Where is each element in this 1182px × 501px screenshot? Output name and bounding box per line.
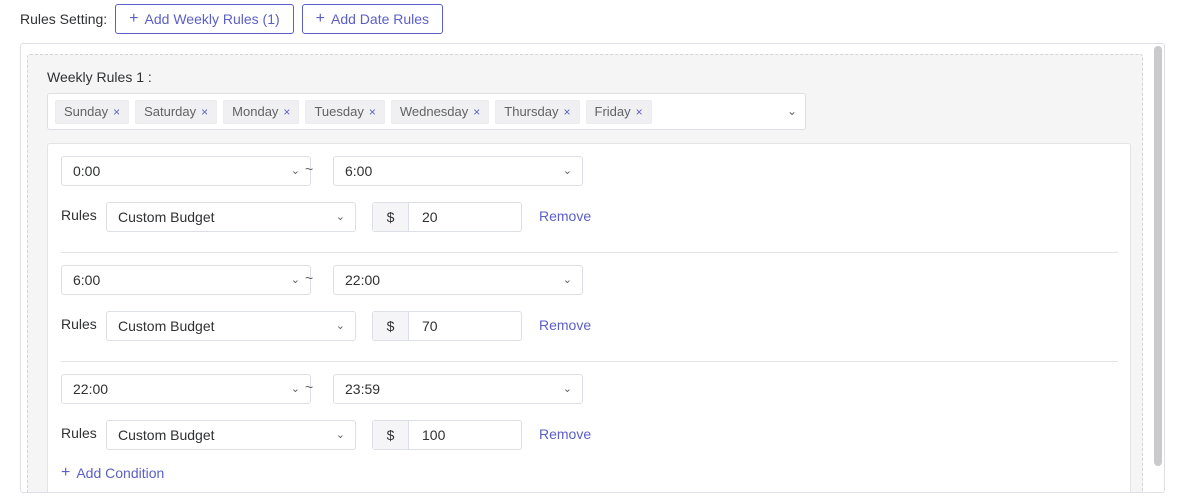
- chevron-down-icon: ⌄: [290, 165, 300, 177]
- rule-type-value: Custom Budget: [118, 209, 215, 225]
- day-tag: Wednesday ×: [390, 99, 490, 124]
- rule-type-select[interactable]: Custom Budget ⌄: [106, 420, 356, 450]
- plus-icon: +: [315, 10, 325, 27]
- add-weekly-rules-label: Add Weekly Rules (1): [144, 11, 280, 27]
- budget-amount-input[interactable]: $70: [372, 311, 522, 341]
- plus-icon: +: [129, 10, 139, 27]
- range-separator: ~: [305, 161, 314, 177]
- time-rule-row: 6:00 ⌄ ~22:00 ⌄ Rules Custom Budget ⌄ $70 Remove: [48, 253, 1130, 362]
- rule-type-value: Custom Budget: [118, 427, 215, 443]
- weekly-rules-title: Weekly Rules 1 :: [47, 69, 152, 85]
- end-time-value: 22:00: [345, 272, 381, 288]
- chevron-down-icon: ⌄: [335, 320, 345, 332]
- rules-setting-bar: Rules Setting: + Add Weekly Rules (1) + …: [20, 4, 451, 34]
- days-multiselect[interactable]: Sunday × Saturday × Monday × Tuesday × Wednesday…: [47, 93, 806, 130]
- start-time-value: 6:00: [73, 272, 101, 288]
- chevron-down-icon: ⌄: [562, 274, 572, 286]
- end-time-value: 23:59: [345, 381, 381, 397]
- add-condition-link[interactable]: + Add Condition: [61, 464, 165, 482]
- chevron-down-icon: ⌄: [290, 274, 300, 286]
- rule-type-select[interactable]: Custom Budget ⌄: [106, 311, 356, 341]
- close-icon[interactable]: ×: [473, 105, 480, 119]
- end-time-value: 6:00: [345, 163, 373, 179]
- day-tag-label: Saturday: [144, 104, 197, 119]
- remove-rule-link[interactable]: Remove: [539, 426, 591, 442]
- close-icon[interactable]: ×: [563, 105, 570, 119]
- close-icon[interactable]: ×: [113, 105, 120, 119]
- rules-label: Rules: [61, 207, 97, 223]
- day-tag: Friday ×: [585, 99, 652, 124]
- time-rules-list: 0:00 ⌄ ~6:00 ⌄ Rules Custom Budget ⌄ $20 Remove 6…: [47, 143, 1131, 492]
- day-tag-label: Sunday: [64, 104, 109, 119]
- day-tag: Tuesday ×: [305, 99, 385, 124]
- currency-prefix: $: [373, 421, 409, 449]
- chevron-down-icon: ⌄: [562, 383, 572, 395]
- start-time-value: 0:00: [73, 163, 101, 179]
- day-tag-label: Tuesday: [314, 104, 364, 119]
- plus-icon: +: [61, 464, 71, 481]
- close-icon[interactable]: ×: [201, 105, 208, 119]
- budget-amount-value[interactable]: 70: [409, 318, 438, 334]
- remove-rule-link[interactable]: Remove: [539, 317, 591, 333]
- end-time-select[interactable]: 6:00 ⌄: [333, 156, 583, 186]
- day-tag: Saturday ×: [135, 99, 218, 124]
- day-tag-label: Wednesday: [399, 104, 469, 119]
- rule-type-value: Custom Budget: [118, 318, 215, 334]
- remove-rule-link[interactable]: Remove: [539, 208, 591, 224]
- range-separator: ~: [305, 270, 314, 286]
- rules-label: Rules: [61, 425, 97, 441]
- start-time-select[interactable]: 0:00 ⌄: [61, 156, 311, 186]
- add-date-rules-label: Add Date Rules: [331, 11, 430, 27]
- chevron-down-icon: ⌄: [335, 429, 345, 441]
- weekly-rules-panel: Weekly Rules 1 : Sunday × Saturday × Monday ×…: [27, 54, 1143, 492]
- currency-prefix: $: [373, 203, 409, 231]
- end-time-select[interactable]: 23:59 ⌄: [333, 374, 583, 404]
- rules-setting-label: Rules Setting:: [20, 11, 108, 27]
- end-time-select[interactable]: 22:00 ⌄: [333, 265, 583, 295]
- close-icon[interactable]: ×: [636, 105, 643, 119]
- day-tag-label: Friday: [594, 104, 631, 119]
- chevron-down-icon: ⌄: [290, 383, 300, 395]
- start-time-select[interactable]: 6:00 ⌄: [61, 265, 311, 295]
- rules-container: Weekly Rules 1 : Sunday × Saturday × Monday ×…: [20, 43, 1165, 493]
- rule-type-select[interactable]: Custom Budget ⌄: [106, 202, 356, 232]
- rules-label: Rules: [61, 316, 97, 332]
- budget-amount-input[interactable]: $20: [372, 202, 522, 232]
- chevron-down-icon[interactable]: ⌄: [787, 104, 797, 118]
- time-rule-row: 0:00 ⌄ ~6:00 ⌄ Rules Custom Budget ⌄ $20 Remove: [48, 144, 1130, 253]
- close-icon[interactable]: ×: [283, 105, 290, 119]
- currency-prefix: $: [373, 312, 409, 340]
- add-date-rules-button[interactable]: + Add Date Rules: [301, 4, 444, 34]
- start-time-value: 22:00: [73, 381, 109, 397]
- close-icon[interactable]: ×: [369, 105, 376, 119]
- budget-amount-input[interactable]: $100: [372, 420, 522, 450]
- time-rule-row: 22:00 ⌄ ~23:59 ⌄ Rules Custom Budget ⌄ $100 Remo…: [48, 362, 1130, 471]
- add-condition-label: Add Condition: [76, 465, 165, 481]
- chevron-down-icon: ⌄: [562, 165, 572, 177]
- budget-amount-value[interactable]: 100: [409, 427, 445, 443]
- vertical-scrollbar[interactable]: [1154, 46, 1162, 466]
- start-time-select[interactable]: 22:00 ⌄: [61, 374, 311, 404]
- range-separator: ~: [305, 379, 314, 395]
- chevron-down-icon: ⌄: [335, 211, 345, 223]
- day-tag: Sunday ×: [55, 99, 130, 124]
- day-tag: Thursday ×: [495, 99, 580, 124]
- budget-amount-value[interactable]: 20: [409, 209, 438, 225]
- day-tag-label: Thursday: [504, 104, 559, 119]
- day-tag-label: Monday: [232, 104, 279, 119]
- day-tag: Monday ×: [223, 99, 300, 124]
- add-weekly-rules-button[interactable]: + Add Weekly Rules (1): [115, 4, 294, 34]
